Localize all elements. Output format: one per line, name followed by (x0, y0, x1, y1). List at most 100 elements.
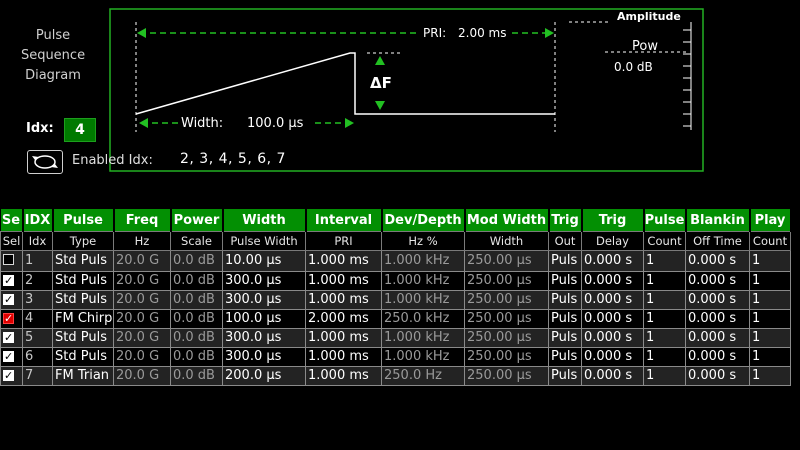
select-cell[interactable]: ✓ (0, 328, 23, 348)
play-count-cell[interactable]: 1 (749, 309, 791, 329)
dev-depth-cell[interactable]: 1.000 kHz (381, 328, 465, 348)
table-row[interactable]: ✓ 3 Std Puls 20.0 G 0.0 dB 300.0 µs 1.000 ms 1.… (0, 290, 791, 310)
idx-cell[interactable]: 3 (22, 290, 53, 310)
pulse-width-cell[interactable]: 10.00 µs (222, 250, 306, 272)
power-cell[interactable]: 0.0 dB (170, 309, 223, 329)
select-checkbox[interactable]: ✓ (3, 332, 14, 343)
trig-out-cell[interactable]: Puls (548, 347, 582, 367)
pulse-type-cell[interactable]: FM Trian (52, 366, 114, 386)
pulse-width-cell[interactable]: 100.0 µs (222, 309, 306, 329)
enable-toggle-button[interactable] (27, 150, 63, 174)
blanking-off-cell[interactable]: 0.000 s (685, 328, 750, 348)
select-cell[interactable]: ✓ (0, 309, 23, 329)
select-checkbox[interactable]: ✓ (3, 275, 14, 286)
freq-cell[interactable]: 20.0 G (113, 250, 171, 272)
trig-delay-cell[interactable]: 0.000 s (581, 290, 644, 310)
select-cell[interactable]: ✓ (0, 271, 23, 291)
blanking-off-cell[interactable]: 0.000 s (685, 250, 750, 272)
mod-width-cell[interactable]: 250.00 µs (464, 250, 549, 272)
select-checkbox[interactable]: ✓ (3, 313, 14, 324)
select-cell[interactable]: ✓ (0, 366, 23, 386)
trig-out-cell[interactable]: Puls (548, 250, 582, 272)
pulse-count-cell[interactable]: 1 (643, 347, 686, 367)
idx-cell[interactable]: 7 (22, 366, 53, 386)
blanking-off-cell[interactable]: 0.000 s (685, 271, 750, 291)
play-count-cell[interactable]: 1 (749, 366, 791, 386)
pulse-count-cell[interactable]: 1 (643, 328, 686, 348)
idx-cell[interactable]: 2 (22, 271, 53, 291)
column-header[interactable]: Width (222, 209, 307, 232)
play-count-cell[interactable]: 1 (749, 328, 791, 348)
pulse-type-cell[interactable]: Std Puls (52, 290, 114, 310)
freq-cell[interactable]: 20.0 G (113, 366, 171, 386)
dev-depth-cell[interactable]: 1.000 kHz (381, 271, 465, 291)
power-cell[interactable]: 0.0 dB (170, 271, 223, 291)
select-checkbox[interactable]: ✓ (3, 351, 14, 362)
trig-out-cell[interactable]: Puls (548, 309, 582, 329)
table-row[interactable]: ✓ 5 Std Puls 20.0 G 0.0 dB 300.0 µs 1.000 ms 1.… (0, 328, 791, 348)
pri-cell[interactable]: 1.000 ms (305, 366, 382, 386)
dev-depth-cell[interactable]: 250.0 kHz (381, 309, 465, 329)
play-count-cell[interactable]: 1 (749, 347, 791, 367)
pulse-type-cell[interactable]: Std Puls (52, 271, 114, 291)
column-header[interactable]: IDX (22, 209, 54, 232)
trig-out-cell[interactable]: Puls (548, 328, 582, 348)
pri-cell[interactable]: 1.000 ms (305, 250, 382, 272)
table-row[interactable]: ✓ 4 FM Chirp 20.0 G 0.0 dB 100.0 µs 2.000 ms 25… (0, 309, 791, 329)
column-header[interactable]: Power (170, 209, 224, 232)
pulse-count-cell[interactable]: 1 (643, 271, 686, 291)
column-header[interactable]: Se (0, 209, 24, 232)
play-count-cell[interactable]: 1 (749, 250, 791, 272)
pulse-width-cell[interactable]: 200.0 µs (222, 366, 306, 386)
mod-width-cell[interactable]: 250.00 µs (464, 309, 549, 329)
freq-cell[interactable]: 20.0 G (113, 328, 171, 348)
blanking-off-cell[interactable]: 0.000 s (685, 366, 750, 386)
pri-cell[interactable]: 1.000 ms (305, 271, 382, 291)
column-header[interactable]: Interval (305, 209, 383, 232)
select-cell[interactable] (0, 250, 23, 272)
blanking-off-cell[interactable]: 0.000 s (685, 347, 750, 367)
trig-out-cell[interactable]: Puls (548, 366, 582, 386)
idx-cell[interactable]: 6 (22, 347, 53, 367)
freq-cell[interactable]: 20.0 G (113, 271, 171, 291)
play-count-cell[interactable]: 1 (749, 290, 791, 310)
blanking-off-cell[interactable]: 0.000 s (685, 290, 750, 310)
table-row[interactable]: ✓ 2 Std Puls 20.0 G 0.0 dB 300.0 µs 1.000 ms 1.… (0, 271, 791, 291)
column-header[interactable]: Dev/Depth (381, 209, 466, 232)
column-header[interactable]: Trig (581, 209, 645, 232)
pulse-type-cell[interactable]: FM Chirp (52, 309, 114, 329)
mod-width-cell[interactable]: 250.00 µs (464, 347, 549, 367)
idx-cell[interactable]: 5 (22, 328, 53, 348)
select-cell[interactable]: ✓ (0, 290, 23, 310)
pulse-count-cell[interactable]: 1 (643, 309, 686, 329)
mod-width-cell[interactable]: 250.00 µs (464, 366, 549, 386)
pulse-count-cell[interactable]: 1 (643, 290, 686, 310)
column-header[interactable]: Freq (113, 209, 172, 232)
pri-cell[interactable]: 1.000 ms (305, 328, 382, 348)
pulse-count-cell[interactable]: 1 (643, 250, 686, 272)
power-cell[interactable]: 0.0 dB (170, 250, 223, 272)
freq-cell[interactable]: 20.0 G (113, 290, 171, 310)
select-checkbox[interactable]: ✓ (3, 294, 14, 305)
freq-cell[interactable]: 20.0 G (113, 309, 171, 329)
pri-cell[interactable]: 2.000 ms (305, 309, 382, 329)
column-header[interactable]: Play (749, 209, 792, 232)
select-checkbox[interactable] (3, 254, 14, 265)
blanking-off-cell[interactable]: 0.000 s (685, 309, 750, 329)
trig-delay-cell[interactable]: 0.000 s (581, 328, 644, 348)
trig-delay-cell[interactable]: 0.000 s (581, 309, 644, 329)
table-row[interactable]: ✓ 6 Std Puls 20.0 G 0.0 dB 300.0 µs 1.000 ms 1.… (0, 347, 791, 367)
table-row[interactable]: 1 Std Puls 20.0 G 0.0 dB 10.00 µs 1.000 ms 1.0… (0, 250, 791, 272)
select-cell[interactable]: ✓ (0, 347, 23, 367)
trig-delay-cell[interactable]: 0.000 s (581, 366, 644, 386)
dev-depth-cell[interactable]: 1.000 kHz (381, 347, 465, 367)
freq-cell[interactable]: 20.0 G (113, 347, 171, 367)
trig-out-cell[interactable]: Puls (548, 290, 582, 310)
idx-input[interactable]: 4 (64, 118, 96, 142)
trig-delay-cell[interactable]: 0.000 s (581, 250, 644, 272)
idx-cell[interactable]: 4 (22, 309, 53, 329)
play-count-cell[interactable]: 1 (749, 271, 791, 291)
pulse-type-cell[interactable]: Std Puls (52, 328, 114, 348)
power-cell[interactable]: 0.0 dB (170, 347, 223, 367)
dev-depth-cell[interactable]: 1.000 kHz (381, 250, 465, 272)
